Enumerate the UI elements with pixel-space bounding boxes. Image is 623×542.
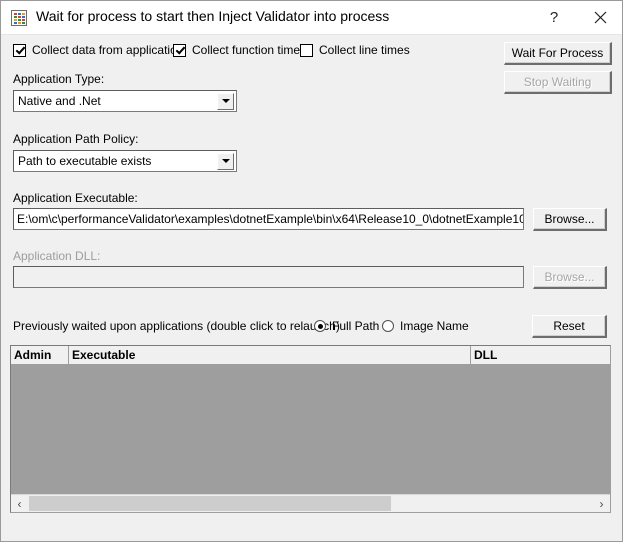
horizontal-scrollbar[interactable]: ‹ › <box>11 494 610 512</box>
checkbox-collect-data-box[interactable] <box>13 43 26 57</box>
radio-full-path[interactable]: Full Path <box>314 319 379 333</box>
application-type-label: Application Type: <box>13 72 105 86</box>
radio-full-path-label: Full Path <box>332 319 380 333</box>
stop-waiting-button[interactable]: Stop Waiting <box>504 71 612 94</box>
application-executable-input[interactable]: E:\om\c\performanceValidator\examples\do… <box>13 208 524 230</box>
checkbox-collect-function-times-box[interactable] <box>173 43 186 57</box>
checkbox-collect-line-times-label: Collect line times <box>319 43 410 57</box>
browse-dll-button[interactable]: Browse... <box>533 266 607 289</box>
column-header-admin[interactable]: Admin <box>11 346 69 364</box>
application-path-policy-label: Application Path Policy: <box>13 132 139 146</box>
application-type-value: Native and .Net <box>18 94 101 108</box>
chevron-down-icon[interactable] <box>217 92 234 110</box>
window-title: Wait for process to start then Inject Va… <box>36 8 390 24</box>
wait-for-process-dialog: Wait for process to start then Inject Va… <box>0 0 623 542</box>
help-button[interactable]: ? <box>531 1 577 33</box>
previously-waited-label: Previously waited upon applications (dou… <box>13 319 340 333</box>
close-button[interactable] <box>577 1 622 33</box>
radio-full-path-box[interactable] <box>314 320 326 332</box>
scrollbar-thumb[interactable] <box>29 496 391 511</box>
radio-image-name-label: Image Name <box>400 319 469 333</box>
application-type-combo[interactable]: Native and .Net <box>13 90 237 112</box>
column-header-executable[interactable]: Executable <box>69 346 471 364</box>
checkbox-collect-line-times[interactable]: Collect line times <box>300 43 410 57</box>
previously-waited-list[interactable]: Admin Executable DLL ‹ › <box>10 345 611 513</box>
reset-button[interactable]: Reset <box>532 315 607 338</box>
chart-grid-icon <box>11 10 27 26</box>
wait-for-process-button[interactable]: Wait For Process <box>504 42 612 65</box>
checkbox-collect-function-times-label: Collect function times <box>192 43 307 57</box>
close-icon <box>594 11 606 23</box>
list-header-row: Admin Executable DLL <box>11 346 610 365</box>
column-header-dll[interactable]: DLL <box>471 346 610 364</box>
chevron-down-icon[interactable] <box>217 152 234 170</box>
browse-executable-button[interactable]: Browse... <box>533 208 607 231</box>
scroll-right-icon[interactable]: › <box>593 495 610 512</box>
application-dll-input[interactable] <box>13 266 524 288</box>
checkbox-collect-line-times-box[interactable] <box>300 43 313 57</box>
checkbox-collect-data-label: Collect data from application <box>32 43 184 57</box>
checkbox-collect-data[interactable]: Collect data from application <box>13 43 183 57</box>
application-path-policy-value: Path to executable exists <box>18 154 152 168</box>
list-body[interactable] <box>11 365 610 494</box>
application-executable-label: Application Executable: <box>13 191 138 205</box>
application-path-policy-combo[interactable]: Path to executable exists <box>13 150 237 172</box>
title-bar: Wait for process to start then Inject Va… <box>1 1 622 35</box>
radio-image-name-box[interactable] <box>382 320 394 332</box>
application-dll-label: Application DLL: <box>13 249 101 263</box>
scroll-left-icon[interactable]: ‹ <box>11 495 28 512</box>
radio-image-name[interactable]: Image Name <box>382 319 469 333</box>
checkbox-collect-function-times[interactable]: Collect function times <box>173 43 306 57</box>
